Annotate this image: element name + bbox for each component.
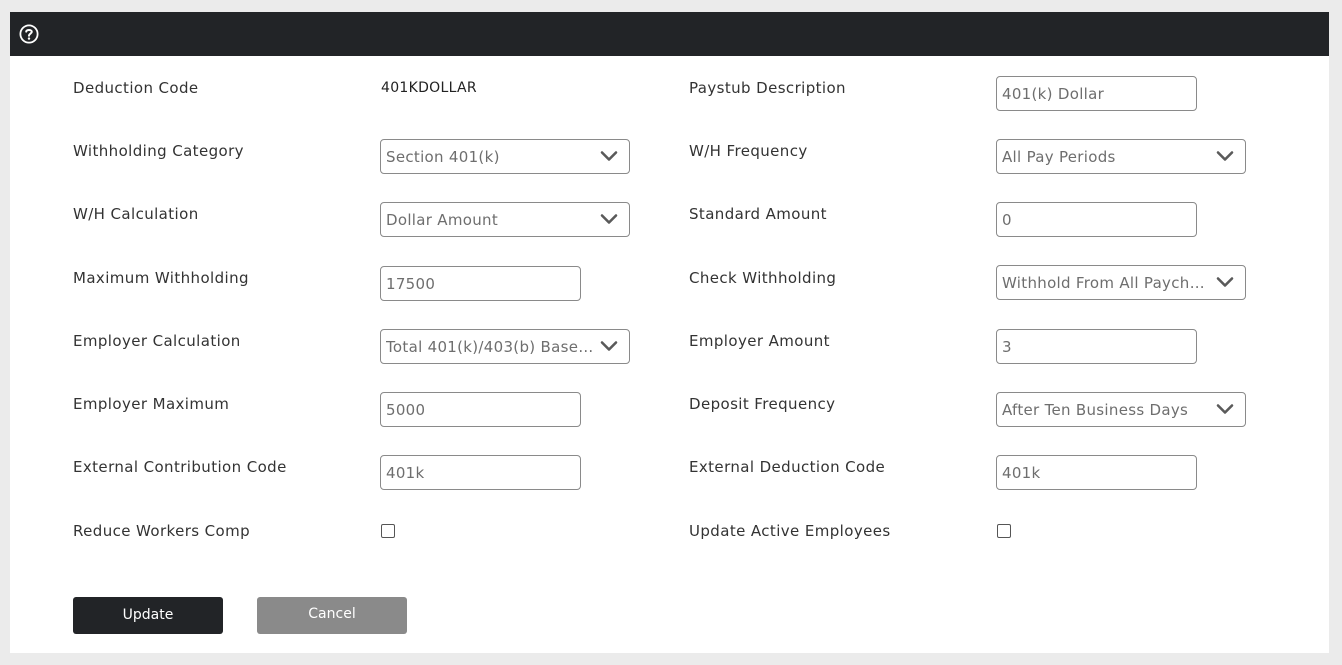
- wh-calculation-value: Dollar Amount: [386, 211, 499, 229]
- wh-calculation-select[interactable]: Dollar Amount: [380, 202, 630, 237]
- external-contribution-code-label: External Contribution Code: [73, 458, 287, 476]
- check-withholding-label: Check Withholding: [689, 269, 837, 287]
- employer-calculation-select[interactable]: Total 401(k)/403(b) Base ...: [380, 329, 630, 364]
- deduction-form-panel: Deduction Code 401KDOLLAR Paystub Descri…: [10, 12, 1329, 653]
- standard-amount-input[interactable]: [996, 202, 1197, 237]
- cancel-button[interactable]: Cancel: [257, 597, 407, 634]
- employer-maximum-label: Employer Maximum: [73, 395, 230, 413]
- chevron-down-icon: [1216, 277, 1234, 287]
- maximum-withholding-label: Maximum Withholding: [73, 269, 249, 287]
- deduction-code-value: 401KDOLLAR: [381, 80, 477, 96]
- wh-frequency-value: All Pay Periods: [1002, 148, 1116, 166]
- withholding-category-label: Withholding Category: [73, 142, 244, 160]
- chevron-down-icon: [600, 214, 618, 224]
- paystub-description-label: Paystub Description: [689, 79, 846, 97]
- maximum-withholding-input[interactable]: [380, 266, 581, 301]
- external-deduction-code-label: External Deduction Code: [689, 458, 886, 476]
- check-withholding-select[interactable]: Withhold From All Payche...: [996, 265, 1246, 300]
- withholding-category-value: Section 401(k): [386, 148, 500, 166]
- external-contribution-code-input[interactable]: [380, 455, 581, 490]
- update-button[interactable]: Update: [73, 597, 223, 634]
- employer-amount-input[interactable]: [996, 329, 1197, 364]
- wh-frequency-select[interactable]: All Pay Periods: [996, 139, 1246, 174]
- standard-amount-label: Standard Amount: [689, 205, 827, 223]
- wh-frequency-label: W/H Frequency: [689, 142, 808, 160]
- update-active-employees-label: Update Active Employees: [689, 522, 891, 540]
- chevron-down-icon: [600, 151, 618, 161]
- reduce-workers-comp-checkbox[interactable]: [381, 524, 395, 538]
- employer-amount-label: Employer Amount: [689, 332, 830, 350]
- wh-calculation-label: W/H Calculation: [73, 205, 199, 223]
- deposit-frequency-label: Deposit Frequency: [689, 395, 836, 413]
- deposit-frequency-select[interactable]: After Ten Business Days: [996, 392, 1246, 427]
- employer-maximum-input[interactable]: [380, 392, 581, 427]
- deduction-code-label: Deduction Code: [73, 79, 199, 97]
- update-active-employees-checkbox[interactable]: [997, 524, 1011, 538]
- chevron-down-icon: [600, 341, 618, 351]
- employer-calculation-value: Total 401(k)/403(b) Base ...: [386, 338, 594, 356]
- paystub-description-input[interactable]: [996, 76, 1197, 111]
- help-icon[interactable]: [19, 24, 39, 44]
- chevron-down-icon: [1216, 404, 1234, 414]
- deposit-frequency-value: After Ten Business Days: [1002, 401, 1189, 419]
- external-deduction-code-input[interactable]: [996, 455, 1197, 490]
- withholding-category-select[interactable]: Section 401(k): [380, 139, 630, 174]
- check-withholding-value: Withhold From All Payche...: [1002, 274, 1210, 292]
- employer-calculation-label: Employer Calculation: [73, 332, 241, 350]
- reduce-workers-comp-label: Reduce Workers Comp: [73, 522, 251, 540]
- header-bar: [10, 12, 1329, 56]
- chevron-down-icon: [1216, 151, 1234, 161]
